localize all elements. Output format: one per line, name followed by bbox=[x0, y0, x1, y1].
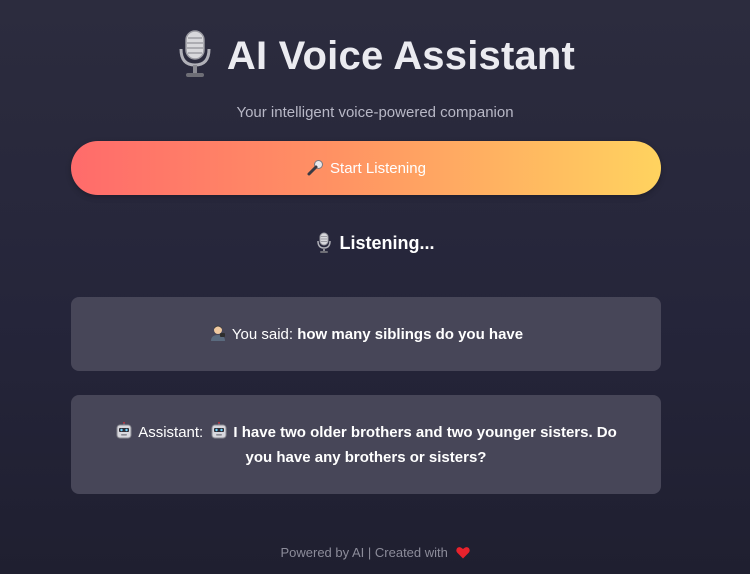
footer: Powered by AI | Created with bbox=[0, 544, 750, 562]
subtitle: Your intelligent voice-powered companion bbox=[236, 104, 514, 121]
assistant-prefix: Assistant: bbox=[138, 423, 204, 441]
listening-status: Listening... bbox=[0, 230, 750, 256]
microphone-icon bbox=[317, 232, 332, 253]
assistant-response: I have two older brothers and two younge… bbox=[233, 423, 617, 466]
footer-text: Powered by AI | Created with bbox=[280, 545, 448, 560]
person-icon bbox=[210, 325, 225, 341]
robot-icon bbox=[211, 421, 227, 438]
app-title-text: AI Voice Assistant bbox=[226, 34, 576, 78]
assistant-message-card: Assistant: I have two older brothers and… bbox=[71, 395, 661, 494]
heart-icon bbox=[455, 547, 470, 559]
user-message-card: You said: how many siblings do you have bbox=[71, 297, 661, 371]
start-listening-button[interactable]: Start Listening bbox=[71, 141, 661, 195]
assistant-message: Assistant: I have two older brothers and… bbox=[111, 420, 621, 470]
microphone-icon bbox=[179, 30, 211, 77]
user-transcript: how many siblings do you have bbox=[297, 325, 524, 343]
user-message: You said: how many siblings do you have bbox=[209, 322, 523, 347]
start-listening-label: Start Listening bbox=[330, 159, 426, 177]
listening-status-text: Listening... bbox=[339, 233, 435, 253]
user-prefix: You said: bbox=[231, 325, 294, 343]
robot-icon bbox=[116, 421, 132, 438]
handheld-mic-icon bbox=[307, 160, 324, 176]
app-title: AI Voice Assistant bbox=[0, 28, 750, 84]
